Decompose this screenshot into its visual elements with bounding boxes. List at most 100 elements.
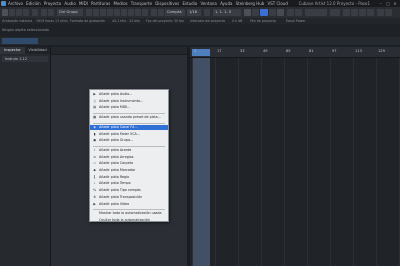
minimize-button[interactable]: –: [378, 1, 384, 6]
right-zone-icon[interactable]: [23, 9, 29, 16]
overview-strip[interactable]: [0, 37, 400, 45]
play-tool-icon[interactable]: [142, 9, 148, 16]
zoom-tool-icon[interactable]: [121, 9, 127, 16]
menu-separator: [93, 113, 165, 115]
record-button[interactable]: [277, 9, 284, 16]
menu-item-label: Añadir pista Vídeo: [99, 201, 130, 206]
snap-icon[interactable]: [158, 9, 164, 16]
close-button[interactable]: ✕: [392, 1, 398, 6]
menu-item-vca-fader[interactable]: ▮ Añadir pista Fader VCA...: [90, 132, 168, 137]
tab-inspector[interactable]: Inspector: [0, 47, 25, 54]
object-select-tool-icon[interactable]: [86, 9, 92, 16]
menu-steinberg-hub[interactable]: Steinberg Hub: [236, 1, 265, 6]
constrain-delay-icon[interactable]: [32, 9, 38, 16]
solo-icon[interactable]: [48, 9, 54, 16]
menu-item-automation-16[interactable]: Mostrar toda la automatización usada: [90, 211, 168, 216]
tempo-icon[interactable]: [295, 9, 302, 16]
mute-tool-icon[interactable]: [128, 9, 134, 16]
menu-item-label: Añadir pista Instrumento...: [99, 98, 144, 103]
audio-connection-icon[interactable]: [377, 9, 384, 16]
menu-midi[interactable]: MIDI: [79, 1, 88, 6]
range-tool-icon[interactable]: [93, 9, 99, 16]
menu-dispositivos[interactable]: Dispositivos: [155, 1, 179, 6]
menu-medios[interactable]: Medios: [114, 1, 128, 6]
menu-ventana[interactable]: Ventana: [200, 1, 216, 6]
menu-estudio[interactable]: Estudio: [182, 1, 197, 6]
split-tool-icon[interactable]: [100, 9, 106, 16]
menu-item-label: Añadir pista Arreglos: [99, 154, 134, 159]
autoscroll-icon[interactable]: [151, 9, 157, 16]
menu-separator: [93, 209, 165, 211]
ruler[interactable]: 1173349658197113129145: [190, 47, 400, 58]
left-zone-icon[interactable]: [9, 9, 15, 16]
mute-icon[interactable]: [41, 9, 47, 16]
menu-item-signature-track[interactable]: ¾ Añadir pista Tipo compás: [90, 188, 168, 193]
grid-line: [261, 58, 262, 266]
media-bay-icon[interactable]: [343, 9, 350, 16]
color-icon[interactable]: [204, 9, 210, 16]
menu-separator: [93, 145, 165, 147]
menu-item-folder-track[interactable]: ▭ Añadir pista Carpeta: [90, 161, 168, 166]
menu-item-fx-channel[interactable]: ◈ Añadir pista Canal FX...: [90, 124, 168, 130]
play-button[interactable]: [260, 9, 268, 16]
menu-transporte[interactable]: Transporte: [131, 1, 152, 6]
rewind-icon[interactable]: [252, 9, 259, 16]
glue-tool-icon[interactable]: [107, 9, 113, 16]
draw-tool-icon[interactable]: [135, 9, 141, 16]
inspector-toggle-icon[interactable]: [2, 9, 8, 16]
menu-edicion[interactable]: Edición: [26, 1, 40, 6]
menu-item-track-preset[interactable]: ▦ Añadir pista usando preset de pista...: [90, 115, 168, 120]
metronome-icon[interactable]: [287, 9, 294, 16]
status-value-fps: 30 fps: [174, 19, 184, 23]
menu-item-transpose-track[interactable]: ⇅ Añadir pista Transposición: [90, 195, 168, 200]
inspector-track-row[interactable]: Instrum 1-12: [2, 56, 48, 62]
mode-select[interactable]: Ctrl Grupo: [57, 9, 83, 16]
inspector-tabs: Inspector Visibilidad: [0, 47, 50, 54]
menu-item-video-track[interactable]: ▶ Añadir pista Vídeo: [90, 202, 168, 207]
menu-archivo[interactable]: Archivo: [8, 1, 23, 6]
menu-item-marker-track[interactable]: ◆ Añadir pista Marcador: [90, 168, 168, 173]
status-value-pan: Equal Power: [286, 19, 306, 23]
menu-item-chord-track[interactable]: ♯ Añadir pista Acorde: [90, 148, 168, 153]
mixer-icon[interactable]: [351, 9, 358, 16]
lower-zone-icon[interactable]: [16, 9, 22, 16]
status-value-format: 44.1 kHz - 24 bits: [112, 19, 141, 23]
erase-tool-icon[interactable]: [114, 9, 120, 16]
ruler-bar-label: 33: [240, 49, 245, 53]
tab-visibility[interactable]: Visibilidad: [25, 47, 50, 54]
grid-line: [376, 58, 377, 266]
menu-item-midi-track[interactable]: ▤ Añadir pista MIDI...: [90, 105, 168, 110]
channel-icon[interactable]: [367, 9, 374, 16]
menu-partituras[interactable]: Partituras: [91, 1, 110, 6]
menu-item-label: Añadir pista Canal FX...: [99, 124, 138, 129]
menu-item-tempo-track[interactable]: ♩ Añadir pista Tempo: [90, 181, 168, 186]
project-window[interactable]: 1173349658197113129145: [190, 47, 400, 266]
menu-item-ruler-track[interactable]: ┃ Añadir pista Regla: [90, 175, 168, 180]
menu-item-group-track[interactable]: ▣ Añadir pista Grupo...: [90, 138, 168, 143]
menu-audio[interactable]: Audio: [64, 1, 75, 6]
grid-line: [215, 58, 216, 266]
menu-item-automation-17[interactable]: Ocultar toda la automatización: [90, 218, 168, 223]
menu-item-arranger-track[interactable]: ≡ Añadir pista Arreglos: [90, 155, 168, 160]
loop-icon[interactable]: [244, 9, 251, 16]
mode-label: Ctrl Grupo: [59, 10, 78, 14]
quantize-select[interactable]: 1/16: [187, 9, 201, 16]
menu-vst-cloud[interactable]: VST Cloud: [268, 1, 288, 6]
menu-item-instrument-track[interactable]: ♫ Añadir pista Instrumento...: [90, 99, 168, 104]
folder-track-icon: ▭: [93, 161, 97, 166]
maximize-button[interactable]: ▢: [385, 1, 391, 6]
menu-proyecto[interactable]: Proyecto: [44, 1, 61, 6]
marker-panel[interactable]: [305, 9, 327, 16]
menu-ayuda[interactable]: Ayuda: [220, 1, 232, 6]
overview-visible-range[interactable]: [2, 38, 38, 44]
grid-line: [284, 58, 285, 266]
status-label-pan: Pan de proyecto: [250, 19, 276, 23]
menu-item-label: Añadir pista MIDI...: [99, 105, 131, 110]
vst-instruments-icon[interactable]: [359, 9, 366, 16]
status-label-fps: Fps del proyecto: [146, 19, 173, 23]
grid-type-select[interactable]: Compás: [165, 9, 185, 16]
arranger-track-icon: ≡: [93, 154, 96, 159]
vca-fader-icon: ▮: [93, 131, 96, 136]
menu-item-audio-track[interactable]: ▶ Añadir pista Audio...: [90, 92, 168, 97]
stop-button[interactable]: [269, 9, 276, 16]
